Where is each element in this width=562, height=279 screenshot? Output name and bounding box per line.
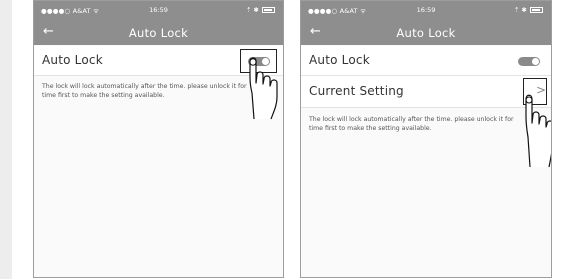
- pointing-hand-icon: [525, 94, 551, 168]
- left-margin-strip: [0, 0, 12, 279]
- status-bar: ●●●●○ A&AT ᯤ 16:59 ⇡ ✱: [34, 1, 283, 21]
- hint-text: The lock will lock automatically after t…: [309, 116, 514, 133]
- status-right-icons: ⇡ ✱: [514, 6, 543, 14]
- page-title: Auto Lock: [128, 26, 189, 40]
- auto-lock-toggle[interactable]: [518, 57, 540, 66]
- bluetooth-icon: ⇡ ✱: [246, 6, 259, 14]
- hint-line-2: time first to make the setting available…: [309, 124, 432, 132]
- status-bar: ●●●●○ A&AT ᯤ 16:59 ⇡ ✱: [301, 1, 551, 21]
- hint-line-1: The lock will lock automatically after t…: [42, 83, 247, 90]
- nav-bar: ← Auto Lock: [301, 21, 551, 45]
- hint-line-1: The lock will lock automatically after t…: [309, 116, 514, 123]
- auto-lock-label: Auto Lock: [309, 53, 370, 67]
- phone-screen-auto-lock-current-setting: ●●●●○ A&AT ᯤ 16:59 ⇡ ✱ ← Auto Lock Auto …: [300, 0, 552, 278]
- hint-text: The lock will lock automatically after t…: [42, 83, 247, 100]
- auto-lock-row: Auto Lock: [301, 46, 551, 76]
- toggle-knob: [532, 58, 539, 65]
- bluetooth-icon: ⇡ ✱: [514, 6, 527, 14]
- status-right-icons: ⇡ ✱: [246, 6, 275, 14]
- current-setting-label: Current Setting: [309, 84, 404, 98]
- nav-bar: ← Auto Lock: [34, 21, 283, 45]
- battery-icon: [262, 7, 275, 13]
- current-setting-row[interactable]: Current Setting >: [301, 76, 551, 108]
- hint-line-2: time first to make the setting available…: [42, 91, 165, 99]
- pointing-hand-icon: [249, 57, 278, 120]
- auto-lock-label: Auto Lock: [42, 53, 103, 67]
- phone-screen-auto-lock: ●●●●○ A&AT ᯤ 16:59 ⇡ ✱ ← Auto Lock Auto …: [33, 0, 284, 278]
- battery-icon: [530, 7, 543, 13]
- page-title: Auto Lock: [396, 26, 456, 40]
